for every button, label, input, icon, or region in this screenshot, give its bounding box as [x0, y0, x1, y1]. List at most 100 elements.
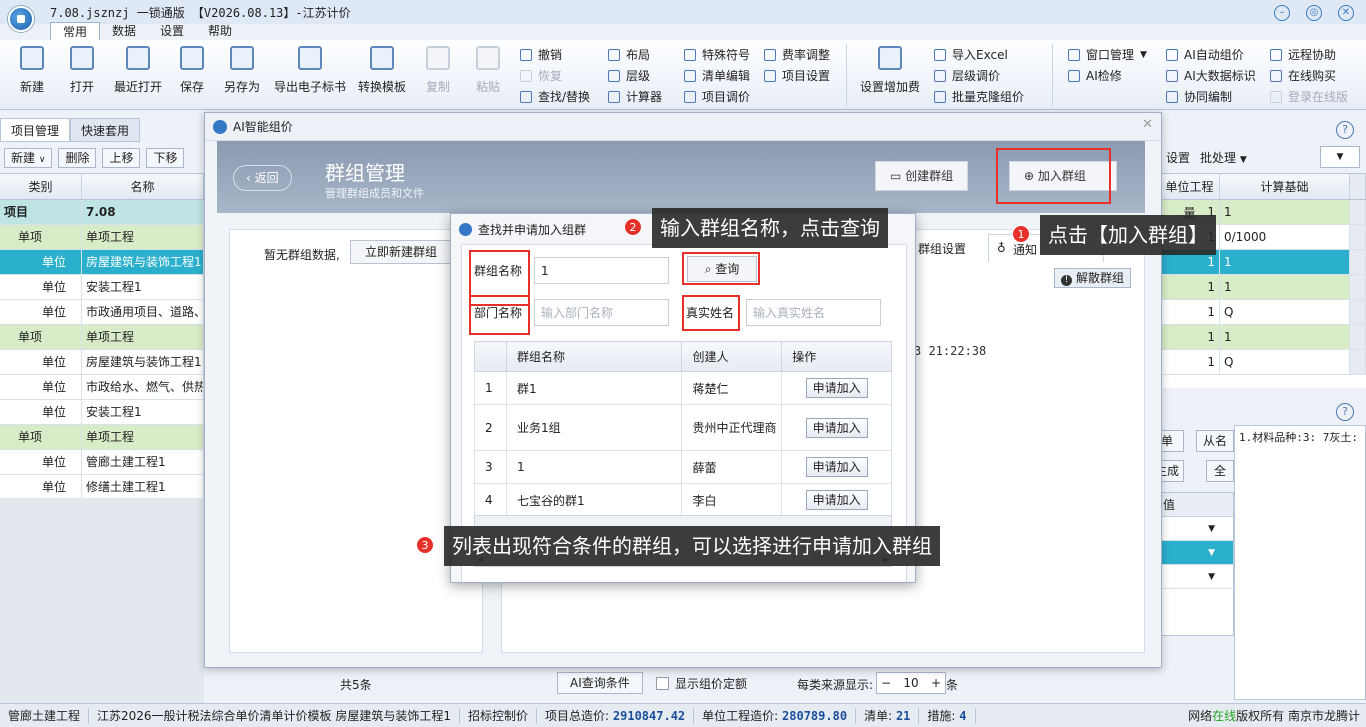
ai-bigdata-mark-button[interactable]: AI大数据标识 [1166, 67, 1256, 84]
create-group-button[interactable]: ▭ 创建群组 [875, 161, 969, 191]
column-header-qty[interactable]: 单位工程量 [1160, 174, 1220, 220]
all-button[interactable]: 全 [1206, 460, 1234, 482]
dissolve-group-button[interactable]: ! 解散群组 [1054, 268, 1132, 288]
scrollbar-vertical[interactable] [1350, 174, 1366, 199]
apply-join-button[interactable]: 申请加入 [805, 457, 868, 477]
tree-row[interactable]: 单位 安装工程1 [0, 400, 204, 425]
help-icon[interactable]: ? [1336, 121, 1354, 139]
window-manager-button[interactable]: 窗口管理 ▼ [1068, 46, 1147, 63]
import-excel-button[interactable]: 导入Excel [934, 46, 1008, 63]
project-settings-button[interactable]: 项目设置 [764, 67, 830, 84]
menu-tab-help[interactable]: 帮助 [196, 22, 244, 40]
apply-join-button[interactable]: 申请加入 [805, 490, 868, 510]
online-login-button[interactable]: 登录在线版 [1270, 88, 1348, 105]
column-header-name[interactable]: 名称 [82, 174, 204, 199]
paste-button[interactable]: 粘贴 [460, 46, 516, 95]
layout-button[interactable]: 布局 [608, 46, 650, 63]
show-fix-checkbox[interactable]: 显示组价定额 [656, 675, 747, 692]
tree-row[interactable]: 单位 修缮土建工程1 [0, 475, 204, 500]
tree-row[interactable]: 单项 单项工程 [0, 325, 204, 350]
scrollbar-track[interactable] [1350, 350, 1366, 374]
redo-button[interactable]: 恢复 [520, 67, 562, 84]
ai-check-button[interactable]: AI检修 [1068, 67, 1122, 84]
group-name-input[interactable] [534, 257, 669, 284]
project-adjust-button[interactable]: 项目调价 [684, 88, 750, 105]
column-header-type[interactable]: 类别 [0, 174, 82, 199]
tree-row[interactable]: 单位 市政通用项目、道路、 [0, 300, 204, 325]
real-name-input[interactable] [746, 299, 881, 326]
scrollbar-track[interactable] [1350, 325, 1366, 349]
settings-menu[interactable]: 设置 [1166, 149, 1190, 166]
collab-edit-button[interactable]: 协同编制 [1166, 88, 1232, 105]
back-button[interactable]: ‹ 返回 [233, 165, 292, 191]
status-bid-price[interactable]: 招标控制价 [460, 707, 538, 724]
tree-row[interactable]: 项目 7.08 [0, 200, 204, 225]
tree-row[interactable]: 单项 单项工程 [0, 425, 204, 450]
calculator-button[interactable]: 计算器 [608, 88, 662, 105]
feature-description-box[interactable]: 1.材料品种:3: 7灰土: [1234, 425, 1366, 700]
value-dropdown-selected[interactable]: ▼ [1151, 541, 1233, 565]
tree-row[interactable]: 单位 市政给水、燃气、供热 [0, 375, 204, 400]
apply-join-button[interactable]: 申请加入 [805, 378, 868, 398]
minimize-icon[interactable]: – [1274, 5, 1290, 21]
close-icon[interactable]: ✕ [1338, 5, 1354, 21]
save-button[interactable]: 保存 [164, 46, 220, 95]
recent-open-button[interactable]: 最近打开 [108, 46, 168, 95]
undo-button[interactable]: 撤销 [520, 46, 562, 63]
table-row[interactable]: 3 1 薛蕾 申请加入 [474, 450, 892, 484]
move-up-button[interactable]: 上移 [102, 148, 141, 168]
table-row[interactable]: 4 七宝谷的群1 李白 申请加入 [474, 483, 892, 517]
plus-icon[interactable]: + [931, 676, 941, 690]
export-bid-button[interactable]: 导出电子标书 [270, 46, 350, 95]
level-button[interactable]: 层级 [608, 67, 650, 84]
help-icon[interactable]: ? [1336, 403, 1354, 421]
table-row[interactable]: 11 [1160, 325, 1366, 350]
new-button[interactable]: 新建 [4, 46, 60, 95]
convert-template-button[interactable]: 转换模板 [352, 46, 412, 95]
special-symbol-button[interactable]: 特殊符号 [684, 46, 750, 63]
tab-quick-apply[interactable]: 快速套用 [70, 118, 141, 142]
tab-group-settings[interactable]: 群组设置 [918, 240, 966, 257]
scrollbar-track[interactable] [1350, 200, 1366, 224]
move-down-button[interactable]: 下移 [146, 148, 185, 168]
batch-menu[interactable]: 批处理 ▼ [1200, 149, 1247, 166]
copy-button[interactable]: 复制 [410, 46, 466, 95]
restore-icon[interactable]: ◎ [1306, 5, 1322, 21]
dropdown-button[interactable]: ▼ [1320, 146, 1360, 168]
minus-icon[interactable]: − [881, 676, 891, 690]
tab-project-manage[interactable]: 项目管理 [0, 118, 71, 142]
app-logo-icon[interactable] [8, 6, 34, 32]
tree-row[interactable]: 单位 管廊土建工程1 [0, 450, 204, 475]
open-button[interactable]: 打开 [54, 46, 110, 95]
scrollbar-track[interactable] [1350, 300, 1366, 324]
table-row[interactable]: 1Q [1160, 300, 1366, 325]
menu-tab-settings[interactable]: 设置 [148, 22, 196, 40]
per-page-stepper[interactable]: − 10 + [876, 672, 946, 694]
remote-assist-button[interactable]: 远程协助 [1270, 46, 1336, 63]
department-input[interactable] [534, 299, 669, 326]
ai-auto-price-button[interactable]: AI自动组价 [1166, 46, 1244, 63]
level-adjust-button[interactable]: 层级调价 [934, 67, 1000, 84]
new-node-button[interactable]: 新建 ∨ [4, 148, 53, 168]
fragment-button[interactable]: 从名 [1196, 430, 1234, 452]
tree-row[interactable]: 单项 单项工程 [0, 225, 204, 250]
scrollbar-track[interactable] [1350, 250, 1366, 274]
rate-adjust-button[interactable]: 费率调整 [764, 46, 830, 63]
value-dropdown[interactable]: ▼ [1151, 565, 1233, 589]
column-header-base[interactable]: 计算基础 [1220, 174, 1350, 199]
apply-join-button[interactable]: 申请加入 [805, 417, 868, 438]
table-row[interactable]: 1Q [1160, 350, 1366, 375]
scrollbar-track[interactable] [1350, 275, 1366, 299]
table-row[interactable]: 2 业务1组 贵州中正代理商 申请加入 [474, 404, 892, 451]
new-group-now-button[interactable]: 立即新建群组 [350, 240, 453, 264]
find-replace-button[interactable]: 查找/替换 [520, 88, 590, 105]
set-additional-fee-button[interactable]: 设置增加费 [856, 46, 924, 95]
value-dropdown[interactable]: ▼ [1151, 517, 1233, 541]
save-as-button[interactable]: 另存为 [214, 46, 270, 95]
ai-query-conditions-button[interactable]: AI查询条件 [557, 672, 643, 694]
scrollbar-track[interactable] [1350, 225, 1366, 249]
close-icon[interactable]: ✕ [1142, 117, 1153, 132]
list-edit-button[interactable]: 清单编辑 [684, 67, 750, 84]
menu-tab-data[interactable]: 数据 [100, 22, 148, 40]
online-buy-button[interactable]: 在线购买 [1270, 67, 1336, 84]
